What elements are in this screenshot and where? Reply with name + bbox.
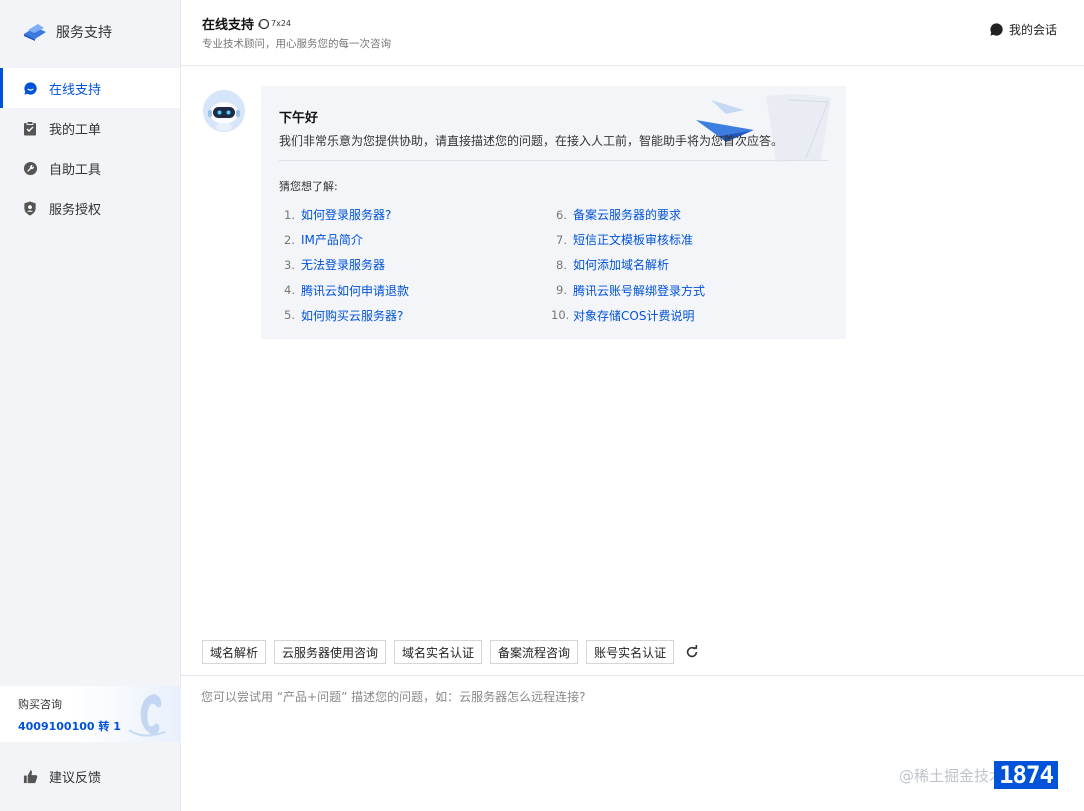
thumbs-up-icon (22, 768, 38, 784)
suggestion-number: 10. (551, 308, 570, 323)
suggestion-link[interactable]: 7. 短信正文模板审核标准 (551, 227, 705, 252)
feedback-label: 建议反馈 (49, 770, 102, 786)
robot-icon (203, 90, 245, 132)
divider (279, 160, 828, 161)
brand-name: 服务支持 (56, 25, 112, 41)
suggestion-link[interactable]: 8. 如何添加域名解析 (551, 252, 705, 277)
intro-text: 我们非常乐意为您提供协助，请直接描述您的问题，在接入人工前，智能助手将为您首次应… (279, 134, 784, 148)
quick-tag[interactable]: 域名实名认证 (394, 640, 483, 664)
feedback-link[interactable]: 建议反馈 (0, 756, 101, 796)
sidebar-item-my-tickets[interactable]: 我的工单 (0, 108, 180, 148)
suggestions-right-column: 6. 备案云服务器的要求 7. 短信正文模板审核标准 8. 如何添加域名解析 9. 腾讯… (551, 202, 705, 328)
sidebar-item-label: 服务授权 (49, 202, 102, 218)
badge-text: 7x24 (271, 19, 292, 28)
brand[interactable]: 服务支持 (0, 0, 180, 64)
suggestion-text: 短信正文模板审核标准 (573, 233, 694, 248)
sidebar-item-online-support[interactable]: 在线支持 (0, 68, 180, 108)
suggestion-text: 对象存储COS计费说明 (573, 308, 695, 323)
title-row: 在线支持 7x24 (202, 14, 291, 33)
message-input-area (181, 675, 1084, 811)
suggestion-text: 如何登录服务器? (301, 208, 392, 223)
header: 在线支持 7x24 专业技术顾问，用心服务您的每一次咨询 我的会话 (181, 0, 1084, 66)
greeting: 下午好 (279, 111, 319, 126)
suggestion-text: 备案云服务器的要求 (573, 208, 682, 223)
suggestion-number: 9. (556, 283, 567, 298)
suggestion-number: 8. (556, 257, 567, 272)
suggestion-link[interactable]: 1. 如何登录服务器? (279, 202, 409, 227)
suggestion-text: IM产品简介 (301, 233, 363, 248)
suggestion-link[interactable]: 3. 无法登录服务器 (279, 252, 409, 277)
sidebar: 服务支持 在线支持 我的工单 自助工具 服务授权 购买咨询 4009100100… (0, 0, 181, 811)
suggestion-text: 无法登录服务器 (301, 258, 386, 273)
suggestion-number: 5. (284, 308, 295, 323)
sidebar-item-service-authorization[interactable]: 服务授权 (0, 188, 180, 228)
suggestion-number: 2. (284, 232, 295, 247)
suggestion-text: 腾讯云如何申请退款 (301, 283, 410, 298)
shield-user-icon (22, 200, 38, 216)
cloud-logo-icon (24, 24, 46, 41)
my-sessions-label: 我的会话 (1008, 23, 1057, 37)
quick-topic-tags: 域名解析 云服务器使用咨询 域名实名认证 备案流程咨询 账号实名认证 (202, 640, 700, 664)
suggestions-left-column: 1. 如何登录服务器? 2. IM产品简介 3. 无法登录服务器 4. 腾讯云如何申请退… (279, 202, 409, 328)
suggestion-link[interactable]: 6. 备案云服务器的要求 (551, 202, 705, 227)
corner-badge: 1874 (994, 761, 1058, 789)
telephone-icon (128, 694, 166, 737)
suggestion-link[interactable]: 2. IM产品简介 (279, 227, 409, 252)
suggestions-label: 猜您想了解: (279, 180, 338, 193)
refresh-icon[interactable] (684, 644, 700, 660)
sidebar-item-label: 自助工具 (49, 162, 102, 178)
suggestion-number: 4. (284, 283, 295, 298)
quick-tag[interactable]: 备案流程咨询 (490, 640, 579, 664)
my-sessions-button[interactable]: 我的会话 (989, 21, 1057, 38)
wrench-icon (22, 160, 38, 176)
sidebar-item-label: 在线支持 (49, 82, 102, 98)
sidebar-item-self-service-tools[interactable]: 自助工具 (0, 148, 180, 188)
service-24h-badge: 7x24 (258, 18, 291, 30)
welcome-message: 下午好 我们非常乐意为您提供协助，请直接描述您的问题，在接入人工前，智能助手将为… (261, 86, 846, 339)
suggestion-text: 腾讯云账号解绑登录方式 (573, 283, 706, 298)
clipboard-icon (22, 120, 38, 136)
suggestion-link[interactable]: 9. 腾讯云账号解绑登录方式 (551, 278, 705, 303)
suggestion-link[interactable]: 10. 对象存储COS计费说明 (551, 303, 705, 328)
headset-icon (258, 18, 270, 29)
suggestion-link[interactable]: 4. 腾讯云如何申请退款 (279, 278, 409, 303)
page-title: 在线支持 (202, 18, 255, 33)
suggestion-text: 如何购买云服务器? (301, 308, 404, 323)
suggestion-number: 7. (556, 232, 567, 247)
suggestion-text: 如何添加域名解析 (573, 258, 670, 273)
purchase-hotline: 购买咨询 4009100100 转 1 (0, 686, 181, 742)
quick-tag[interactable]: 账号实名认证 (586, 640, 675, 664)
quick-tag[interactable]: 云服务器使用咨询 (274, 640, 387, 664)
suggestion-number: 1. (284, 207, 295, 222)
chat-bubble-icon (22, 80, 38, 96)
assistant-avatar (203, 90, 245, 132)
suggestion-number: 6. (556, 207, 567, 222)
quick-tag[interactable]: 域名解析 (202, 640, 267, 664)
page-subtitle: 专业技术顾问，用心服务您的每一次咨询 (202, 38, 391, 50)
suggestion-link[interactable]: 5. 如何购买云服务器? (279, 303, 409, 328)
chat-bubble-icon (990, 23, 1003, 36)
sidebar-item-label: 我的工单 (49, 122, 102, 138)
sidebar-nav: 在线支持 我的工单 自助工具 服务授权 (0, 68, 180, 228)
suggestion-number: 3. (284, 257, 295, 272)
paper-plane-icon (696, 94, 831, 162)
